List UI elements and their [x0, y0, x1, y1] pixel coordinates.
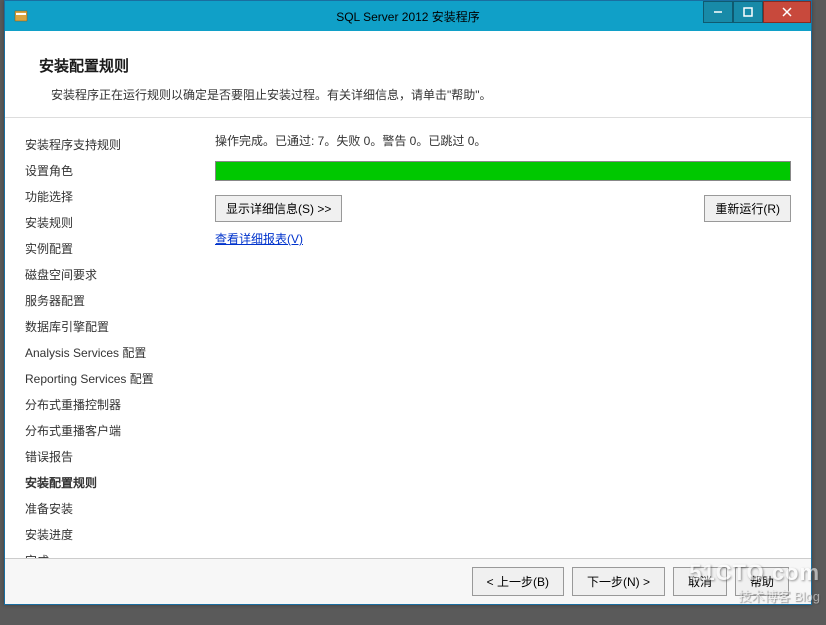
main-panel: 操作完成。已通过: 7。失败 0。警告 0。已跳过 0。 显示详细信息(S) >… [195, 118, 811, 593]
page-title: 安装配置规则 [39, 55, 777, 76]
sidebar-item[interactable]: Analysis Services 配置 [25, 340, 195, 366]
action-row: 显示详细信息(S) >> 重新运行(R) [215, 195, 791, 222]
header-panel: 安装配置规则 安装程序正在运行规则以确定是否要阻止安装过程。有关详细信息，请单击… [5, 31, 811, 118]
show-details-button[interactable]: 显示详细信息(S) >> [215, 195, 342, 222]
maximize-button[interactable] [733, 1, 763, 23]
page-description: 安装程序正在运行规则以确定是否要阻止安装过程。有关详细信息，请单击"帮助"。 [51, 86, 777, 103]
sidebar-item[interactable]: 错误报告 [25, 444, 195, 470]
sidebar-item[interactable]: Reporting Services 配置 [25, 366, 195, 392]
next-button[interactable]: 下一步(N) > [572, 567, 665, 596]
progress-bar [215, 161, 791, 181]
sidebar-item[interactable]: 功能选择 [25, 184, 195, 210]
body-area: 安装程序支持规则设置角色功能选择安装规则实例配置磁盘空间要求服务器配置数据库引擎… [5, 118, 811, 593]
sidebar-item[interactable]: 安装规则 [25, 210, 195, 236]
sidebar-item[interactable]: 安装程序支持规则 [25, 132, 195, 158]
window-controls [703, 1, 811, 23]
rerun-button[interactable]: 重新运行(R) [704, 195, 791, 222]
installer-window: SQL Server 2012 安装程序 安装配置规则 安装程序正在运行规则以确… [4, 0, 812, 605]
help-button[interactable]: 帮助 [735, 567, 789, 596]
sidebar-item[interactable]: 服务器配置 [25, 288, 195, 314]
sidebar-item[interactable]: 实例配置 [25, 236, 195, 262]
sidebar-item[interactable]: 安装配置规则 [25, 470, 195, 496]
footer: < 上一步(B) 下一步(N) > 取消 帮助 [5, 558, 811, 604]
sidebar-item[interactable]: 数据库引擎配置 [25, 314, 195, 340]
sidebar-item[interactable]: 准备安装 [25, 496, 195, 522]
view-report-link[interactable]: 查看详细报表(V) [215, 232, 303, 246]
titlebar[interactable]: SQL Server 2012 安装程序 [5, 1, 811, 31]
sidebar-item[interactable]: 分布式重播控制器 [25, 392, 195, 418]
sidebar-item[interactable]: 安装进度 [25, 522, 195, 548]
cancel-button[interactable]: 取消 [673, 567, 727, 596]
close-button[interactable] [763, 1, 811, 23]
status-text: 操作完成。已通过: 7。失败 0。警告 0。已跳过 0。 [215, 132, 791, 149]
sidebar-item[interactable]: 分布式重播客户端 [25, 418, 195, 444]
app-icon [13, 8, 29, 24]
window-title: SQL Server 2012 安装程序 [336, 8, 480, 25]
sidebar-item[interactable]: 设置角色 [25, 158, 195, 184]
sidebar: 安装程序支持规则设置角色功能选择安装规则实例配置磁盘空间要求服务器配置数据库引擎… [5, 118, 195, 593]
sidebar-item[interactable]: 磁盘空间要求 [25, 262, 195, 288]
back-button[interactable]: < 上一步(B) [472, 567, 564, 596]
minimize-button[interactable] [703, 1, 733, 23]
